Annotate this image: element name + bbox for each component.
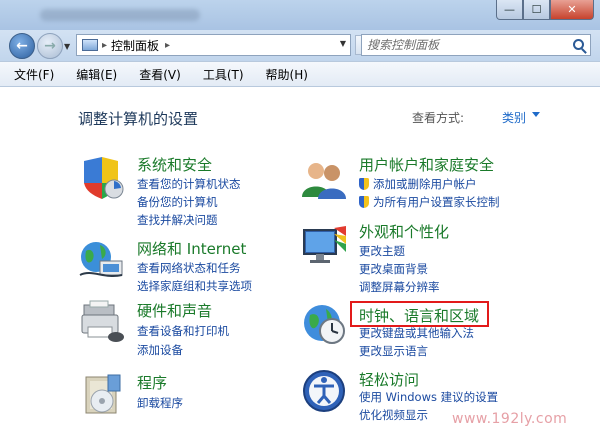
network-internet-icon[interactable] bbox=[78, 235, 126, 283]
category-hardware-sound[interactable]: 硬件和声音 bbox=[137, 300, 212, 321]
category-ease-of-access[interactable]: 轻松访问 bbox=[359, 369, 419, 390]
search-box[interactable] bbox=[361, 34, 591, 56]
link-change-input-method[interactable]: 更改键盘或其他输入法 bbox=[359, 325, 474, 341]
category-appearance[interactable]: 外观和个性化 bbox=[359, 221, 449, 242]
menu-help[interactable]: 帮助(H) bbox=[266, 66, 308, 83]
navigation-bar: ← → ▼ ▸ 控制面板 ▸ ▼ ⟳ bbox=[0, 30, 600, 61]
search-icon[interactable] bbox=[573, 39, 584, 50]
category-network-internet[interactable]: 网络和 Internet bbox=[137, 238, 246, 259]
maximize-button[interactable]: ☐ bbox=[523, 0, 550, 20]
link-devices-printers[interactable]: 查看设备和打印机 bbox=[137, 323, 229, 339]
link-network-status[interactable]: 查看网络状态和任务 bbox=[137, 260, 241, 276]
link-windows-recommended-settings[interactable]: 使用 Windows 建议的设置 bbox=[359, 389, 498, 405]
category-system-security[interactable]: 系统和安全 bbox=[137, 154, 212, 175]
red-highlight-box bbox=[350, 301, 489, 327]
chevron-down-icon[interactable] bbox=[532, 112, 540, 117]
link-homegroup-sharing[interactable]: 选择家庭组和共享选项 bbox=[137, 278, 252, 294]
link-add-device[interactable]: 添加设备 bbox=[137, 342, 183, 358]
breadcrumb-separator[interactable]: ▸ bbox=[165, 40, 170, 51]
link-parental-controls-label[interactable]: 为所有用户设置家长控制 bbox=[373, 195, 500, 209]
system-security-icon[interactable] bbox=[78, 155, 126, 203]
recent-pages-dropdown[interactable]: ▼ bbox=[64, 42, 70, 51]
breadcrumb-control-panel[interactable]: 控制面板 bbox=[111, 37, 159, 54]
uac-shield-icon bbox=[359, 178, 369, 190]
link-change-theme[interactable]: 更改主题 bbox=[359, 243, 405, 259]
link-uninstall-program[interactable]: 卸载程序 bbox=[137, 395, 183, 411]
menu-bar: 文件(F) 编辑(E) 查看(V) 工具(T) 帮助(H) bbox=[0, 61, 600, 87]
view-by-dropdown[interactable]: 类别 bbox=[502, 109, 526, 126]
view-by-label: 查看方式: bbox=[412, 111, 465, 125]
link-parental-controls[interactable]: 为所有用户设置家长控制 bbox=[359, 194, 500, 210]
watermark: www.192ly.com bbox=[452, 411, 568, 427]
link-add-remove-accounts-label[interactable]: 添加或删除用户帐户 bbox=[373, 177, 477, 191]
search-input[interactable] bbox=[367, 38, 567, 52]
link-troubleshoot[interactable]: 查找并解决问题 bbox=[137, 212, 218, 228]
link-optimize-visual-display[interactable]: 优化视频显示 bbox=[359, 407, 428, 423]
forward-button[interactable]: → bbox=[37, 33, 63, 59]
menu-view[interactable]: 查看(V) bbox=[139, 66, 181, 83]
window-controls: — ☐ ✕ bbox=[496, 0, 594, 20]
category-programs[interactable]: 程序 bbox=[137, 372, 167, 393]
breadcrumb-separator[interactable]: ▸ bbox=[102, 40, 107, 51]
user-accounts-icon[interactable] bbox=[300, 155, 348, 203]
link-view-computer-status[interactable]: 查看您的计算机状态 bbox=[137, 176, 241, 192]
programs-icon[interactable] bbox=[78, 371, 126, 419]
link-add-remove-accounts[interactable]: 添加或删除用户帐户 bbox=[359, 176, 477, 192]
menu-tools[interactable]: 工具(T) bbox=[203, 66, 244, 83]
close-button[interactable]: ✕ bbox=[550, 0, 594, 20]
menu-file[interactable]: 文件(F) bbox=[14, 66, 54, 83]
appearance-icon[interactable] bbox=[300, 222, 348, 270]
ease-of-access-icon[interactable] bbox=[300, 367, 348, 415]
link-backup-computer[interactable]: 备份您的计算机 bbox=[137, 194, 218, 210]
address-dropdown-icon[interactable]: ▼ bbox=[340, 39, 346, 48]
address-bar[interactable]: ▸ 控制面板 ▸ ▼ bbox=[76, 34, 351, 56]
blurred-window-title bbox=[40, 9, 200, 21]
clock-language-region-icon[interactable] bbox=[300, 299, 348, 347]
hardware-sound-icon[interactable] bbox=[78, 297, 126, 345]
category-user-accounts[interactable]: 用户帐户和家庭安全 bbox=[359, 154, 494, 175]
main-content: 调整计算机的设置 查看方式: 类别 系统和安全 查看您的计算机状态 备份您的计算… bbox=[0, 87, 600, 433]
page-title: 调整计算机的设置 bbox=[78, 110, 199, 128]
link-screen-resolution[interactable]: 调整屏幕分辨率 bbox=[359, 279, 440, 295]
link-change-display-language[interactable]: 更改显示语言 bbox=[359, 343, 428, 359]
link-change-background[interactable]: 更改桌面背景 bbox=[359, 261, 428, 277]
uac-shield-icon bbox=[359, 196, 369, 208]
back-button[interactable]: ← bbox=[9, 33, 35, 59]
title-bar: — ☐ ✕ bbox=[0, 0, 600, 30]
menu-edit[interactable]: 编辑(E) bbox=[76, 66, 117, 83]
minimize-button[interactable]: — bbox=[496, 0, 523, 20]
control-panel-icon bbox=[82, 39, 98, 51]
